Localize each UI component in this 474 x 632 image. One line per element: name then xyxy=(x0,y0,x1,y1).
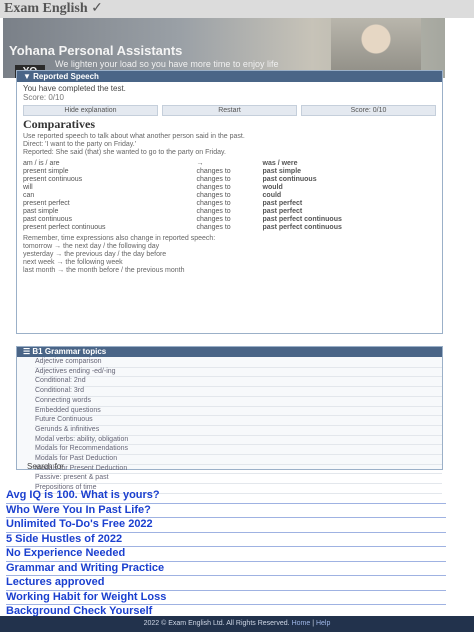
divider xyxy=(6,604,446,605)
topic-link[interactable]: Conditional: 2nd xyxy=(35,377,442,388)
tab-hide-explanation[interactable]: Hide explanation xyxy=(23,105,158,116)
topic-link[interactable]: Future Continuous xyxy=(35,416,442,426)
footer-link-help[interactable]: Help xyxy=(316,620,330,627)
tense-row: can changes to could xyxy=(23,192,282,199)
ad-link[interactable]: Avg IQ is 100. What is yours? xyxy=(6,489,446,503)
copyright-text: 2022 © Exam English Ltd. All Rights Rese… xyxy=(143,620,290,627)
site-title[interactable]: Exam English ✓ xyxy=(4,0,103,18)
panel-title: B1 Grammar topics xyxy=(32,347,107,356)
ad-link[interactable]: 5 Side Hustles of 2022 xyxy=(6,533,446,547)
quiz-tabs: Hide explanation Restart Score: 0/10 xyxy=(23,105,436,116)
section-title: Comparatives xyxy=(23,117,95,131)
ad-link-list: Avg IQ is 100. What is yours? Who Were Y… xyxy=(6,489,446,619)
ad-link[interactable]: Unlimited To-Do's Free 2022 xyxy=(6,518,446,532)
tense-row: present simple changes to past simple xyxy=(23,168,302,175)
divider xyxy=(6,531,446,533)
topic-link[interactable]: Embedded questions xyxy=(35,407,442,417)
intro-line: Direct: 'I want to the party on Friday.' xyxy=(23,141,137,148)
topic-link[interactable]: Adjective comparison xyxy=(35,358,442,368)
panel-header: ☰ B1 Grammar topics xyxy=(17,347,442,357)
divider xyxy=(6,560,446,562)
tense-row: am / is / are → was / were xyxy=(23,160,298,167)
tense-row: past simple changes to past perfect xyxy=(23,208,303,215)
topic-link[interactable]: Connecting words xyxy=(35,397,442,407)
tab-restart[interactable]: Restart xyxy=(162,105,297,116)
site-title-text: Exam English xyxy=(4,1,88,16)
time-note: yesterday → the previous day / the day b… xyxy=(23,251,167,258)
reported-speech-panel: ▼ Reported Speech You have completed the… xyxy=(16,70,443,334)
ad-link[interactable]: Grammar and Writing Practice xyxy=(6,562,446,576)
tense-row: past continuous changes to past perfect co… xyxy=(23,216,342,223)
menu-icon[interactable]: ☰ xyxy=(23,347,32,356)
grammar-topics-panel: ☰ B1 Grammar topics Adjective comparison… xyxy=(16,346,443,494)
panel-title: Reported Speech xyxy=(33,72,99,81)
search-label: Search for xyxy=(27,462,64,471)
ad-banner[interactable]: Yohana Personal Assistants YO We lighten… xyxy=(3,18,445,78)
intro-line: Use reported speech to talk about what a… xyxy=(23,133,245,140)
tense-row: present perfect changes to past perfect xyxy=(23,200,303,207)
score-text: Score: 0/10 xyxy=(23,93,64,102)
time-note: tomorrow → the next day / the following … xyxy=(23,243,160,250)
ad-link[interactable]: Who Were You In Past Life? xyxy=(6,504,446,518)
site-header: Exam English ✓ xyxy=(0,0,474,18)
banner-headline: Yohana Personal Assistants xyxy=(9,43,183,58)
divider xyxy=(6,575,446,576)
topic-link[interactable]: Modal verbs: ability, obligation xyxy=(35,436,442,446)
time-note: next week → the following week xyxy=(23,259,123,266)
topic-link[interactable]: Adjectives ending -ed/-ing xyxy=(35,368,442,378)
time-note: Remember, time expressions also change i… xyxy=(23,235,216,242)
footer-link-home[interactable]: Home xyxy=(292,620,311,627)
ad-link[interactable]: No Experience Needed xyxy=(6,547,446,561)
tense-row: present perfect continuous changes to past… xyxy=(23,224,342,231)
site-footer: 2022 © Exam English Ltd. All Rights Rese… xyxy=(0,616,474,632)
topic-link[interactable]: Gerunds & infinitives xyxy=(35,426,442,436)
ad-link[interactable]: Working Habit for Weight Loss xyxy=(6,591,446,605)
collapse-icon[interactable]: ▼ xyxy=(23,72,33,81)
time-note: last month → the month before / the prev… xyxy=(23,267,185,274)
topic-link[interactable]: Modals for Recommendations xyxy=(35,445,442,456)
panel-header: ▼ Reported Speech xyxy=(17,71,442,82)
tense-row: will changes to would xyxy=(23,184,283,191)
divider xyxy=(6,517,446,518)
tab-score[interactable]: Score: 0/10 xyxy=(301,105,436,116)
divider xyxy=(6,502,446,504)
ad-link[interactable]: Lectures approved xyxy=(6,576,446,590)
checkmark-icon: ✓ xyxy=(91,1,103,16)
topic-link[interactable]: Conditional: 3rd xyxy=(35,387,442,397)
intro-line: Reported: She said (that) she wanted to … xyxy=(23,149,226,156)
tense-row: present continuous changes to past continu… xyxy=(23,176,317,183)
completed-message: You have completed the test. xyxy=(23,84,126,93)
divider xyxy=(6,589,446,591)
divider xyxy=(6,546,446,547)
banner-photo xyxy=(331,18,421,78)
banner-tagline: We lighten your load so you have more ti… xyxy=(55,59,279,69)
